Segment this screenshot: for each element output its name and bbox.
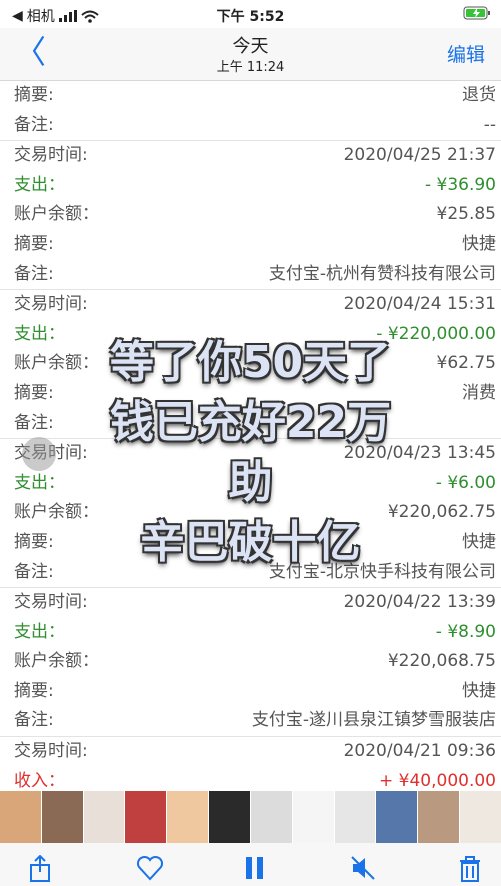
row-value: 支付宝-遂川县泉江镇梦雪服装店 — [251, 710, 496, 731]
caption-line-4: 辛巴破十亿 — [140, 517, 361, 568]
row-value: - ¥8.90 — [435, 621, 496, 642]
row-label: 支出： — [14, 621, 65, 642]
transaction-row: 摘要: 快捷 — [0, 230, 501, 260]
transaction-row: 摘要: 退货 — [0, 81, 501, 111]
row-value: -- — [483, 114, 496, 135]
transaction-row: 交易时间: 2020/04/22 13:39 — [0, 588, 501, 618]
row-value: 2020/04/25 21:37 — [343, 145, 496, 166]
transaction-entry[interactable]: 摘要: 退货备注: -- — [0, 81, 501, 140]
transaction-row: 账户余额： ¥220,068.75 — [0, 647, 501, 677]
row-value: 支付宝-杭州有赞科技有限公司 — [268, 263, 496, 284]
row-value: 快捷 — [462, 680, 496, 701]
page-subtitle: 上午 11:24 — [216, 60, 285, 75]
video-frame-thumbnail[interactable] — [418, 791, 460, 843]
row-value: 退货 — [462, 85, 496, 105]
transaction-entry[interactable]: 交易时间: 2020/04/25 21:37 支出： - ¥36.90 账户余额： ¥25… — [0, 140, 501, 289]
caption-line-2: 钱已充好22万 — [109, 397, 392, 448]
video-frame-thumbnail[interactable] — [209, 791, 250, 843]
transaction-entry[interactable]: 交易时间: 2020/04/22 13:39 支出： - ¥8.90 账户余额： ¥220… — [0, 587, 501, 736]
transaction-row: 备注: 支付宝-杭州有赞科技有限公司 — [0, 260, 501, 290]
row-value: 快捷 — [462, 233, 496, 254]
video-frame-thumbnail[interactable] — [125, 791, 167, 843]
row-label: 交易时间: — [14, 145, 88, 166]
video-frame-thumbnail[interactable] — [334, 791, 376, 843]
row-label: 交易时间: — [14, 741, 88, 762]
mute-icon[interactable] — [350, 855, 376, 881]
row-label: 备注: — [14, 263, 54, 284]
row-label: 摘要: — [14, 233, 54, 254]
battery-icon — [463, 6, 491, 24]
row-label: 摘要: — [14, 85, 54, 105]
transaction-row: 交易时间: 2020/04/21 09:36 — [0, 737, 501, 767]
video-scrubber-strip[interactable] — [0, 791, 501, 843]
row-value: 2020/04/21 09:36 — [343, 741, 496, 762]
bottom-toolbar — [0, 843, 501, 886]
edit-button[interactable]: 编辑 — [447, 40, 485, 67]
video-frame-thumbnail[interactable] — [41, 791, 83, 843]
nav-bar: 〈 今天 上午 11:24 编辑 — [0, 28, 501, 81]
pause-icon[interactable] — [244, 855, 266, 881]
video-frame-thumbnail[interactable] — [376, 791, 418, 843]
video-frame-thumbnail[interactable] — [250, 791, 292, 843]
video-frame-thumbnail[interactable] — [460, 791, 501, 843]
row-value: 2020/04/22 13:39 — [343, 592, 496, 613]
heart-icon[interactable] — [136, 855, 164, 881]
transaction-row: 支出： - ¥8.90 — [0, 618, 501, 648]
transaction-entry[interactable]: 交易时间: 2020/04/21 09:36 收入： + ¥40,000.00 — [0, 736, 501, 791]
row-label: 交易时间: — [14, 592, 88, 613]
video-frame-thumbnail[interactable] — [0, 791, 41, 843]
transaction-row: 摘要: 快捷 — [0, 677, 501, 707]
row-label: 摘要: — [14, 680, 54, 701]
row-label: 备注: — [14, 114, 54, 135]
transaction-row: 备注: -- — [0, 111, 501, 141]
transaction-row: 支出： - ¥36.90 — [0, 171, 501, 201]
transaction-row: 交易时间: 2020/04/25 21:37 — [0, 141, 501, 171]
row-value: ¥25.85 — [436, 204, 496, 225]
row-value: ¥220,068.75 — [387, 651, 496, 672]
row-label: 备注: — [14, 710, 54, 731]
trash-icon[interactable] — [458, 855, 482, 883]
caption-line-3: 助 — [228, 457, 273, 508]
video-frame-thumbnail[interactable] — [167, 791, 209, 843]
row-label: 支出： — [14, 174, 65, 195]
row-label: 交易时间: — [14, 294, 88, 315]
transaction-row: 账户余额： ¥25.85 — [0, 200, 501, 230]
row-value: - ¥36.90 — [424, 174, 496, 195]
video-frame-thumbnail[interactable] — [83, 791, 125, 843]
caption-line-1: 等了你50天了 — [109, 337, 392, 388]
row-value: 2020/04/24 15:31 — [343, 294, 496, 315]
status-bar: ◀ 相机 下午 5:52 — [0, 0, 501, 28]
row-label: 账户余额： — [14, 204, 99, 225]
page-title: 今天 — [232, 36, 269, 57]
video-frame-thumbnail[interactable] — [292, 791, 334, 843]
transaction-row: 交易时间: 2020/04/24 15:31 — [0, 290, 501, 320]
row-label: 收入： — [14, 770, 65, 791]
transaction-row: 收入： + ¥40,000.00 — [0, 767, 501, 791]
row-value: + ¥40,000.00 — [379, 770, 496, 791]
caption-overlay: 等了你50天了 钱已充好22万 助 辛巴破十亿 — [0, 333, 501, 573]
status-time: 下午 5:52 — [216, 9, 285, 25]
transaction-row: 备注: 支付宝-遂川县泉江镇梦雪服装店 — [0, 706, 501, 736]
share-icon[interactable] — [28, 855, 52, 883]
row-label: 账户余额： — [14, 651, 99, 672]
